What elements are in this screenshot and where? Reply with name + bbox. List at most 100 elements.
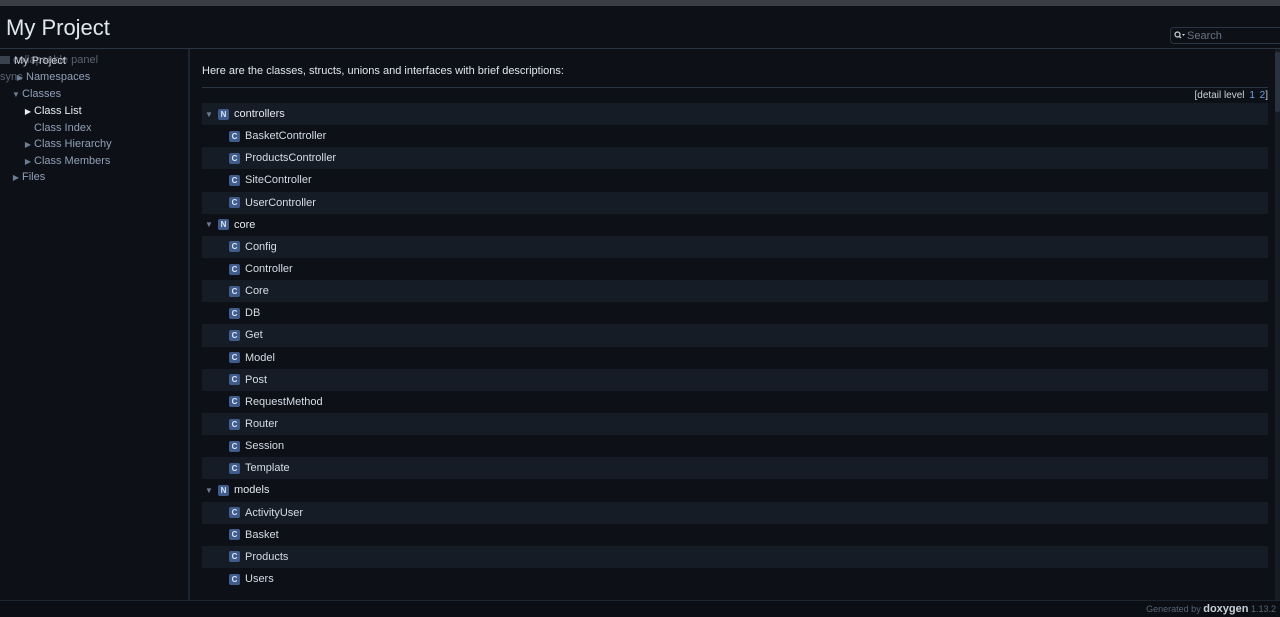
- namespace-row: ▼ Nmodels: [202, 479, 1268, 502]
- collapse-arrow-icon[interactable]: ▼: [202, 110, 216, 119]
- class-row: C Post: [202, 368, 1268, 391]
- class-badge-icon: C: [229, 329, 240, 341]
- class-badge-icon: C: [229, 440, 240, 452]
- class-link[interactable]: Products: [245, 551, 288, 563]
- sidebar-item-class-hierarchy[interactable]: ▶ Class Hierarchy: [22, 137, 112, 151]
- class-link[interactable]: SiteController: [245, 174, 312, 186]
- sidebar-item-label: Class List: [34, 105, 82, 117]
- detail-level-selector: [detail level 1 2]: [1195, 90, 1269, 101]
- doxygen-logo[interactable]: doxygen: [1203, 603, 1248, 615]
- collapse-arrow-icon[interactable]: ▼: [202, 220, 216, 229]
- class-badge-icon: C: [229, 396, 240, 408]
- class-badge-icon: C: [229, 462, 240, 474]
- sidebar-item-label: Class Hierarchy: [34, 138, 112, 150]
- class-row: C Get: [202, 324, 1268, 347]
- class-badge-icon: C: [229, 352, 240, 364]
- namespace-row: ▼ Ncore: [202, 213, 1268, 236]
- project-title: My Project: [6, 15, 110, 40]
- expand-arrow-icon[interactable]: ▶: [22, 107, 34, 116]
- version-text: 1.13.2: [1250, 604, 1276, 614]
- sidebar-item-label: My Project: [14, 55, 66, 67]
- class-link[interactable]: DB: [245, 307, 260, 319]
- detail-level-close: ]: [1265, 90, 1268, 101]
- divider: [202, 87, 1268, 88]
- class-row: C Template: [202, 457, 1268, 480]
- class-link[interactable]: Session: [245, 440, 284, 452]
- sidebar-item-my-project[interactable]: My Project: [2, 54, 66, 68]
- search-icon[interactable]: [1171, 28, 1187, 43]
- class-row: C Router: [202, 412, 1268, 436]
- class-badge-icon: C: [229, 197, 240, 209]
- search-input[interactable]: [1187, 29, 1277, 42]
- sidebar-item-label: Files: [22, 171, 46, 183]
- collapse-arrow-icon[interactable]: ▼: [202, 486, 216, 495]
- scrollbar-thumb[interactable]: [1275, 52, 1280, 112]
- class-badge-icon: C: [229, 529, 240, 541]
- namespace-badge-icon: N: [218, 108, 229, 120]
- namespace-badge-icon: N: [218, 219, 229, 231]
- class-badge-icon: C: [229, 263, 240, 275]
- footer: Generated by doxygen 1.13.2: [0, 600, 1280, 617]
- class-badge-icon: C: [229, 241, 240, 253]
- class-link[interactable]: Core: [245, 285, 269, 297]
- class-link[interactable]: Controller: [245, 263, 293, 275]
- class-badge-icon: C: [229, 551, 240, 563]
- detail-level-1-link[interactable]: 1: [1249, 90, 1255, 101]
- class-row: C RequestMethod: [202, 390, 1268, 413]
- class-link[interactable]: Users: [245, 573, 274, 585]
- footer-credit: Generated by doxygen 1.13.2: [1146, 603, 1276, 615]
- sidebar-item-classes[interactable]: ▼ Classes: [10, 87, 61, 101]
- scrollbar-track[interactable]: [1275, 49, 1280, 600]
- sidebar-item-label: Class Index: [34, 122, 92, 134]
- expand-arrow-icon[interactable]: ▶: [10, 173, 22, 182]
- sidebar-item-class-members[interactable]: ▶ Class Members: [22, 154, 110, 168]
- expand-arrow-icon[interactable]: ▶: [22, 157, 34, 166]
- sidebar-item-class-index[interactable]: Class Index: [22, 121, 91, 135]
- header: My Project: [0, 6, 1280, 49]
- search-box[interactable]: [1170, 27, 1280, 44]
- sidebar-item-namespaces[interactable]: ▶ Namespaces: [14, 70, 90, 84]
- sidebar-item-class-list[interactable]: ▶ Class List: [22, 104, 82, 118]
- class-badge-icon: C: [229, 573, 240, 585]
- namespace-link[interactable]: models: [234, 484, 269, 496]
- class-badge-icon: C: [229, 507, 240, 519]
- sidebar-item-label: Class Members: [34, 155, 111, 167]
- class-row: C Core: [202, 280, 1268, 303]
- page-description: Here are the classes, structs, unions an…: [202, 65, 564, 77]
- namespace-row: ▼ Ncontrollers: [202, 103, 1268, 126]
- class-row: C ProductsController: [202, 147, 1268, 170]
- class-row: C Config: [202, 235, 1268, 258]
- class-badge-icon: C: [229, 374, 240, 386]
- class-link[interactable]: Post: [245, 374, 267, 386]
- namespace-badge-icon: N: [218, 484, 229, 496]
- class-row: C Products: [202, 545, 1268, 568]
- class-link[interactable]: Template: [245, 462, 290, 474]
- class-badge-icon: C: [229, 418, 240, 430]
- class-list-table: ▼ Ncontrollers C BasketController C ProductsC…: [202, 103, 1268, 591]
- sidebar-item-files[interactable]: ▶ Files: [10, 170, 45, 184]
- class-row: C Model: [202, 346, 1268, 369]
- class-link[interactable]: Basket: [245, 529, 279, 541]
- class-link[interactable]: RequestMethod: [245, 396, 323, 408]
- nav-tree-panel: collapsable panel sync My Project ▶ Name…: [0, 49, 188, 600]
- namespace-link[interactable]: controllers: [234, 108, 285, 120]
- class-link[interactable]: Config: [245, 241, 277, 253]
- class-badge-icon: C: [229, 174, 240, 186]
- class-link[interactable]: ProductsController: [245, 152, 336, 164]
- class-link[interactable]: Model: [245, 352, 275, 364]
- class-badge-icon: C: [229, 152, 240, 164]
- class-row: C Basket: [202, 523, 1268, 546]
- class-link[interactable]: Get: [245, 329, 263, 341]
- namespace-link[interactable]: core: [234, 219, 255, 231]
- collapse-arrow-icon[interactable]: ▼: [10, 90, 22, 99]
- class-row: C Controller: [202, 257, 1268, 281]
- expand-arrow-icon[interactable]: ▶: [22, 140, 34, 149]
- class-link[interactable]: ActivityUser: [245, 507, 303, 519]
- detail-level-label: [detail level: [1194, 90, 1245, 101]
- class-link[interactable]: Router: [245, 418, 278, 430]
- class-link[interactable]: UserController: [245, 197, 316, 209]
- class-badge-icon: C: [229, 307, 240, 319]
- class-link[interactable]: BasketController: [245, 130, 326, 142]
- class-row: C ActivityUser: [202, 501, 1268, 524]
- expand-arrow-icon[interactable]: ▶: [14, 73, 26, 82]
